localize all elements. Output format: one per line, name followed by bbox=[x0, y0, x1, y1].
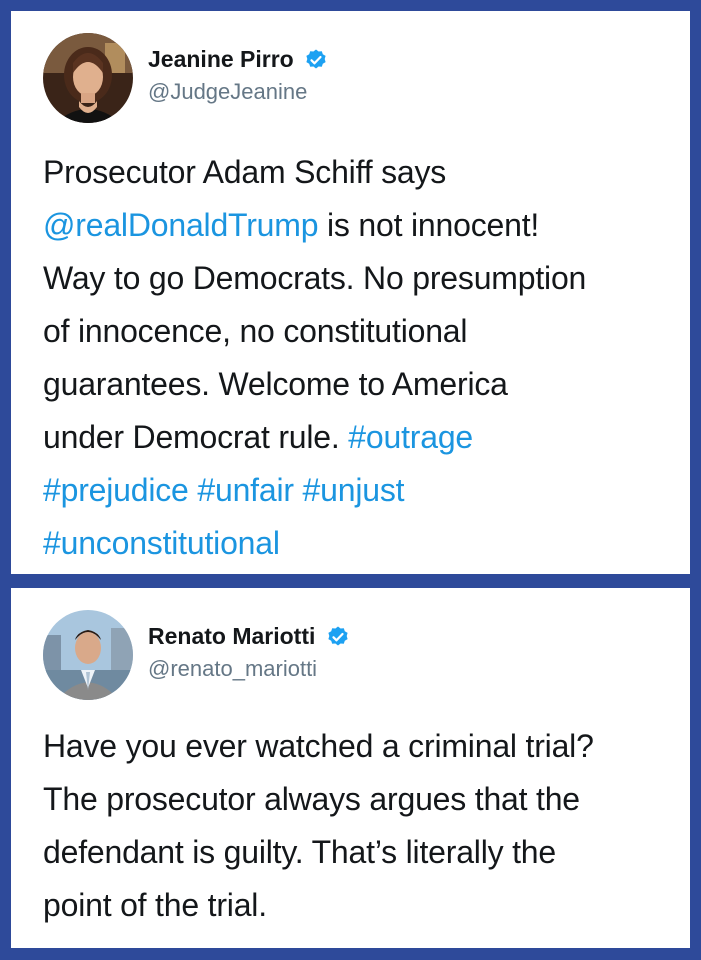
verified-badge-icon bbox=[306, 49, 326, 68]
tweet-text-segment: guarantees. Welcome to America bbox=[43, 366, 508, 402]
tweet-text-line: point of the trial. bbox=[43, 879, 670, 932]
tweet-text-line: guarantees. Welcome to America bbox=[43, 358, 670, 411]
tweet-text-line: Have you ever watched a criminal trial? bbox=[43, 720, 670, 773]
tweet-author-names: Jeanine Pirro @JudgeJeanine bbox=[148, 46, 328, 105]
tweet-text-segment: Prosecutor Adam Schiff says bbox=[43, 154, 447, 190]
hashtag-link[interactable]: #unfair bbox=[197, 472, 294, 508]
tweet-author-names: Renato Mariotti @renato_mariotti bbox=[148, 623, 350, 682]
tweet-text-segment: defendant is guilty. That’s literally th… bbox=[43, 834, 556, 870]
tweet-text-line: @realDonaldTrump is not innocent! bbox=[43, 199, 670, 252]
hashtag-link[interactable]: #unjust bbox=[303, 472, 405, 508]
tweet-text-line: Prosecutor Adam Schiff says bbox=[43, 146, 670, 199]
avatar-pirro[interactable] bbox=[43, 33, 133, 123]
hashtag-link[interactable]: #outrage bbox=[348, 419, 473, 455]
display-name[interactable]: Jeanine Pirro bbox=[148, 46, 294, 73]
tweet-text-line: under Democrat rule. #outrage bbox=[43, 411, 670, 464]
handle[interactable]: @JudgeJeanine bbox=[148, 79, 328, 105]
tweet-text-segment: of innocence, no constitutional bbox=[43, 313, 468, 349]
handle[interactable]: @renato_mariotti bbox=[148, 656, 350, 682]
tweet-text-segment: Way to go Democrats. No presumption bbox=[43, 260, 587, 296]
tweet-text-segment: is not innocent! bbox=[318, 207, 540, 243]
tweet-text-segment: under Democrat rule. bbox=[43, 419, 349, 455]
tweet-text-segment bbox=[294, 472, 303, 508]
tweet-text-line: #unconstitutional bbox=[43, 517, 670, 570]
tweet-text-line: of innocence, no constitutional bbox=[43, 305, 670, 358]
tweet-text-line: Way to go Democrats. No presumption bbox=[43, 252, 670, 305]
tweet-text-line: #prejudice #unfair #unjust bbox=[43, 464, 670, 517]
tweet-text-line: The prosecutor always argues that the bbox=[43, 773, 670, 826]
display-name[interactable]: Renato Mariotti bbox=[148, 623, 315, 650]
tweet-card-mariotti: Renato Mariotti @renato_mariotti Have yo… bbox=[11, 588, 690, 948]
avatar-mariotti[interactable] bbox=[43, 610, 133, 700]
tweet-text-segment: The prosecutor always argues that the bbox=[43, 781, 580, 817]
tweet-text: Have you ever watched a criminal trial? T… bbox=[43, 720, 670, 932]
tweet-text-line: defendant is guilty. That’s literally th… bbox=[43, 826, 670, 879]
hashtag-link[interactable]: #unconstitutional bbox=[43, 525, 280, 561]
tweet-text-segment: Have you ever watched a criminal trial? bbox=[43, 728, 594, 764]
verified-badge-icon bbox=[328, 626, 348, 645]
tweet-card-pirro: Jeanine Pirro @JudgeJeanine Prosecutor A… bbox=[11, 11, 690, 574]
hashtag-link[interactable]: #prejudice bbox=[43, 472, 189, 508]
tweet-text: Prosecutor Adam Schiff says @realDonaldTr… bbox=[43, 146, 670, 570]
mention-link[interactable]: @realDonaldTrump bbox=[43, 207, 319, 243]
tweet-text-segment: point of the trial. bbox=[43, 887, 267, 923]
